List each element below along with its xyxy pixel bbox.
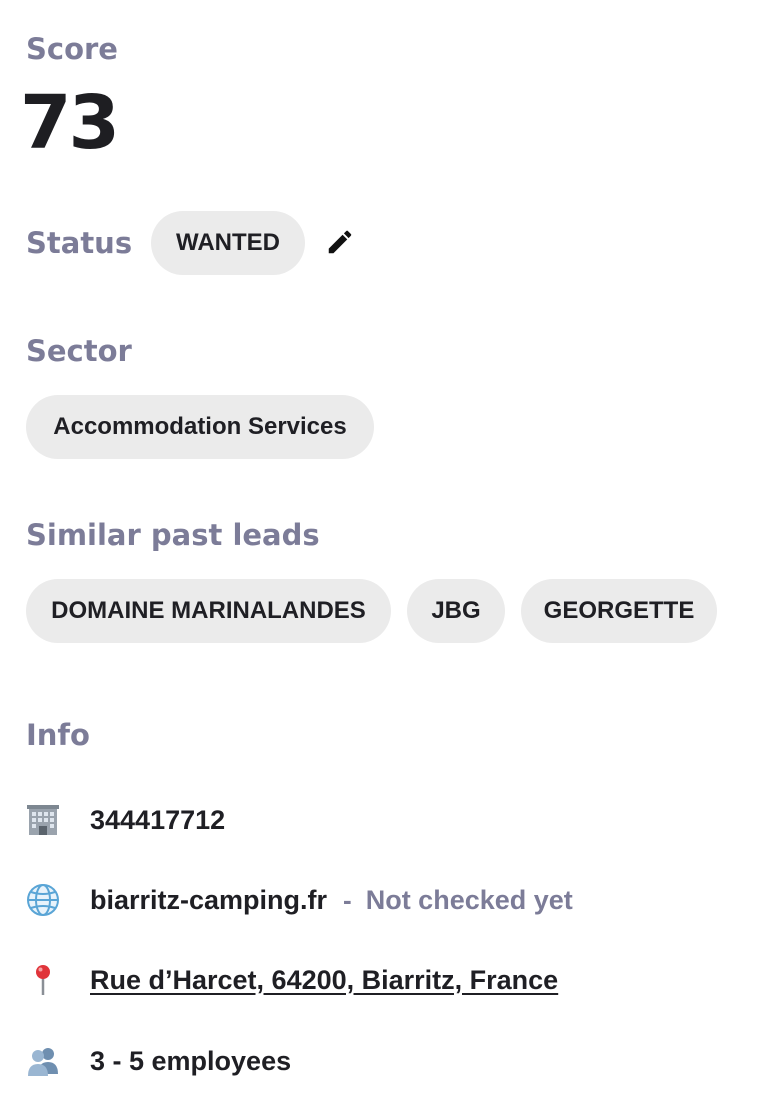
company-id-value: 344417712 <box>90 804 226 835</box>
sector-label: Sector <box>26 334 132 368</box>
similar-past-leads-label: Similar past leads <box>26 518 320 552</box>
info-row-employees: 3 - 5 employees <box>26 1041 291 1081</box>
score-value: 73 <box>20 80 120 166</box>
similar-lead-chip[interactable]: GEORGETTE <box>521 579 717 643</box>
website-link[interactable]: biarritz-camping.fr <box>90 885 327 916</box>
status-label: Status <box>26 226 133 260</box>
edit-status-button[interactable] <box>322 224 358 260</box>
address-link[interactable]: Rue d’Harcet, 64200, Biarritz, France <box>90 965 558 996</box>
info-row-company-id: 344417712 <box>26 800 225 840</box>
website-check-status: Not checked yet <box>365 884 573 915</box>
people-icon <box>26 1044 60 1078</box>
info-label: Info <box>26 718 90 752</box>
similar-lead-chip[interactable]: DOMAINE MARINALANDES <box>26 579 391 643</box>
globe-icon <box>26 883 60 917</box>
score-label: Score <box>26 32 118 66</box>
building-icon <box>26 803 60 837</box>
similar-lead-chip[interactable]: JBG <box>407 579 505 643</box>
info-row-website: biarritz-camping.fr - Not checked yet <box>26 880 573 920</box>
map-pin-icon <box>26 963 60 997</box>
pencil-icon <box>325 227 355 257</box>
employees-value: 3 - 5 employees <box>90 1045 292 1076</box>
sector-chip[interactable]: Accommodation Services <box>26 395 374 459</box>
info-row-address: Rue d’Harcet, 64200, Biarritz, France <box>26 960 558 1000</box>
website-separator: - <box>343 884 352 915</box>
status-badge[interactable]: WANTED <box>151 211 305 275</box>
